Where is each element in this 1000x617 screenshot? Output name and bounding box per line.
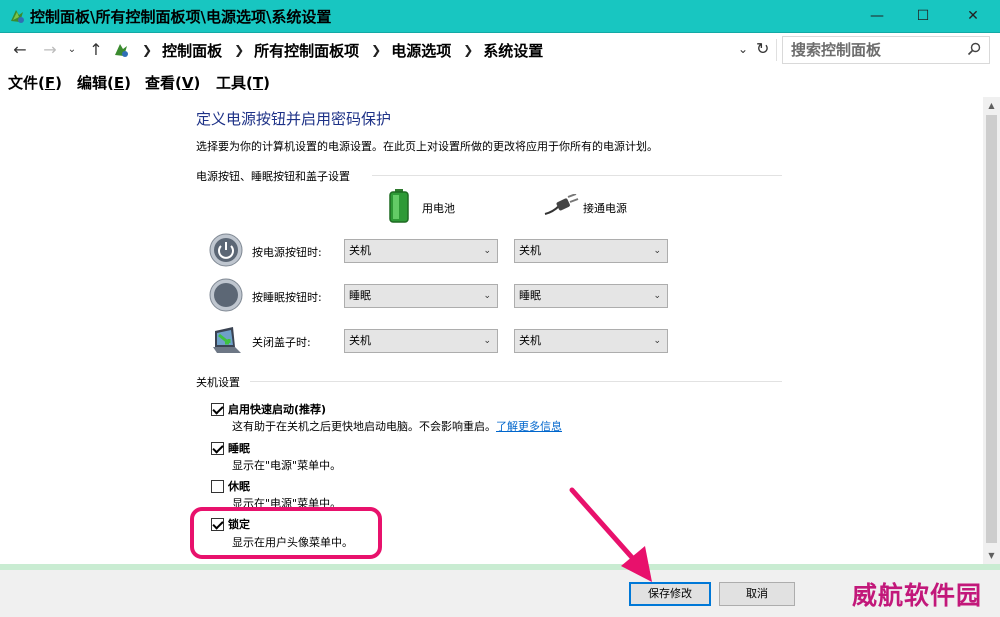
breadcrumb-separator-icon[interactable]: ❯: [234, 43, 244, 57]
breadcrumb-item[interactable]: 控制面板: [162, 40, 222, 61]
breadcrumb-item[interactable]: 系统设置: [483, 40, 543, 61]
chevron-down-icon: ⌄: [653, 336, 661, 346]
control-panel-icon: [11, 10, 24, 23]
minimize-button[interactable]: —: [854, 0, 900, 32]
forward-arrow-icon[interactable]: →: [40, 40, 60, 60]
breadcrumb-separator-icon[interactable]: ❯: [371, 43, 381, 57]
breadcrumb-separator-icon[interactable]: ❯: [463, 43, 473, 57]
fast-startup-checkbox[interactable]: [211, 402, 224, 416]
column-header-battery: 用电池: [422, 202, 455, 215]
up-arrow-icon[interactable]: ↑: [86, 40, 106, 60]
close-lid-label: 关闭盖子时:: [252, 336, 311, 349]
fast-startup-label[interactable]: 启用快速启动(推荐): [228, 401, 326, 417]
breadcrumb-item[interactable]: 所有控制面板项: [254, 40, 359, 61]
back-arrow-icon[interactable]: ←: [10, 40, 30, 60]
group-divider: [372, 175, 782, 176]
close-button[interactable]: ✕: [950, 0, 996, 32]
menu-edit[interactable]: 编辑(E): [77, 72, 131, 93]
vertical-scrollbar[interactable]: ▲ ▼: [983, 97, 1000, 564]
address-dropdown-chevron-icon[interactable]: ⌄: [738, 42, 748, 56]
power-button-icon: [209, 233, 243, 267]
column-header-plugged-in: 接通电源: [583, 202, 627, 215]
scroll-up-arrow-icon[interactable]: ▲: [983, 97, 1000, 114]
learn-more-link[interactable]: 了解更多信息: [496, 420, 562, 433]
power-button-plugged-select[interactable]: 关机 ⌄: [514, 239, 668, 263]
sleep-button-label: 按睡眠按钮时:: [252, 291, 322, 304]
sleep-option[interactable]: 睡眠: [211, 440, 250, 456]
fast-startup-option[interactable]: 启用快速启动(推荐): [211, 401, 326, 417]
laptop-lid-icon: [213, 327, 241, 353]
sleep-checkbox[interactable]: [211, 441, 224, 455]
chevron-down-icon: ⌄: [483, 246, 491, 256]
chevron-down-icon: ⌄: [483, 336, 491, 346]
cancel-button[interactable]: 取消: [719, 582, 795, 606]
save-changes-button[interactable]: 保存修改: [629, 582, 711, 606]
title-bar: 控制面板\所有控制面板项\电源选项\系统设置 — ☐ ✕: [0, 0, 1000, 33]
address-divider: [776, 39, 777, 61]
maximize-button[interactable]: ☐: [900, 0, 946, 32]
sleep-button-icon: [209, 278, 243, 312]
menu-view[interactable]: 查看(V): [145, 72, 200, 93]
shutdown-group-label: 关机设置: [196, 376, 240, 389]
battery-icon: [389, 189, 409, 223]
scroll-thumb[interactable]: [986, 115, 997, 543]
chevron-down-icon: ⌄: [653, 246, 661, 256]
recent-chevron-down-icon[interactable]: ⌄: [62, 40, 82, 60]
refresh-icon[interactable]: ↻: [756, 39, 769, 58]
chevron-down-icon: ⌄: [483, 291, 491, 301]
window-title: 控制面板\所有控制面板项\电源选项\系统设置: [30, 8, 332, 26]
scroll-down-arrow-icon[interactable]: ▼: [983, 547, 1000, 564]
menu-file[interactable]: 文件(F): [8, 72, 62, 93]
power-buttons-group-label: 电源按钮、睡眠按钮和盖子设置: [196, 170, 350, 183]
content-area: [0, 97, 1000, 564]
breadcrumb: ❯ 控制面板 ❯ 所有控制面板项 ❯ 电源选项 ❯ 系统设置: [130, 37, 543, 63]
chevron-down-icon: ⌄: [653, 291, 661, 301]
footer-bar: [0, 570, 1000, 617]
breadcrumb-item[interactable]: 电源选项: [391, 40, 451, 61]
hibernate-label[interactable]: 休眠: [228, 478, 250, 494]
search-input[interactable]: [783, 37, 953, 63]
search-box[interactable]: [782, 36, 990, 64]
close-lid-plugged-select[interactable]: 关机 ⌄: [514, 329, 668, 353]
watermark-text: 威航软件园: [852, 581, 983, 610]
group-divider: [250, 381, 782, 382]
sleep-label[interactable]: 睡眠: [228, 440, 250, 456]
sleep-description: 显示在"电源"菜单中。: [232, 459, 342, 472]
breadcrumb-separator-icon[interactable]: ❯: [142, 43, 152, 57]
page-title: 定义电源按钮并启用密码保护: [196, 110, 392, 128]
power-button-battery-select[interactable]: 关机 ⌄: [344, 239, 498, 263]
menu-tools[interactable]: 工具(T): [216, 72, 270, 93]
search-icon[interactable]: [967, 42, 981, 56]
menu-bar: 文件(F) 编辑(E) 查看(V) 工具(T): [0, 67, 1000, 97]
hibernate-option[interactable]: 休眠: [211, 478, 250, 494]
hibernate-checkbox[interactable]: [211, 479, 224, 493]
power-plug-icon: [544, 194, 579, 215]
sleep-button-battery-select[interactable]: 睡眠 ⌄: [344, 284, 498, 308]
highlight-box: [190, 507, 382, 559]
page-description: 选择要为你的计算机设置的电源设置。在此页上对设置所做的更改将应用于你所有的电源计…: [196, 140, 658, 153]
control-panel-small-icon: [115, 44, 128, 57]
sleep-button-plugged-select[interactable]: 睡眠 ⌄: [514, 284, 668, 308]
fast-startup-description: 这有助于在关机之后更快地启动电脑。不会影响重启。了解更多信息: [232, 420, 562, 433]
power-button-label: 按电源按钮时:: [252, 246, 322, 259]
close-lid-battery-select[interactable]: 关机 ⌄: [344, 329, 498, 353]
